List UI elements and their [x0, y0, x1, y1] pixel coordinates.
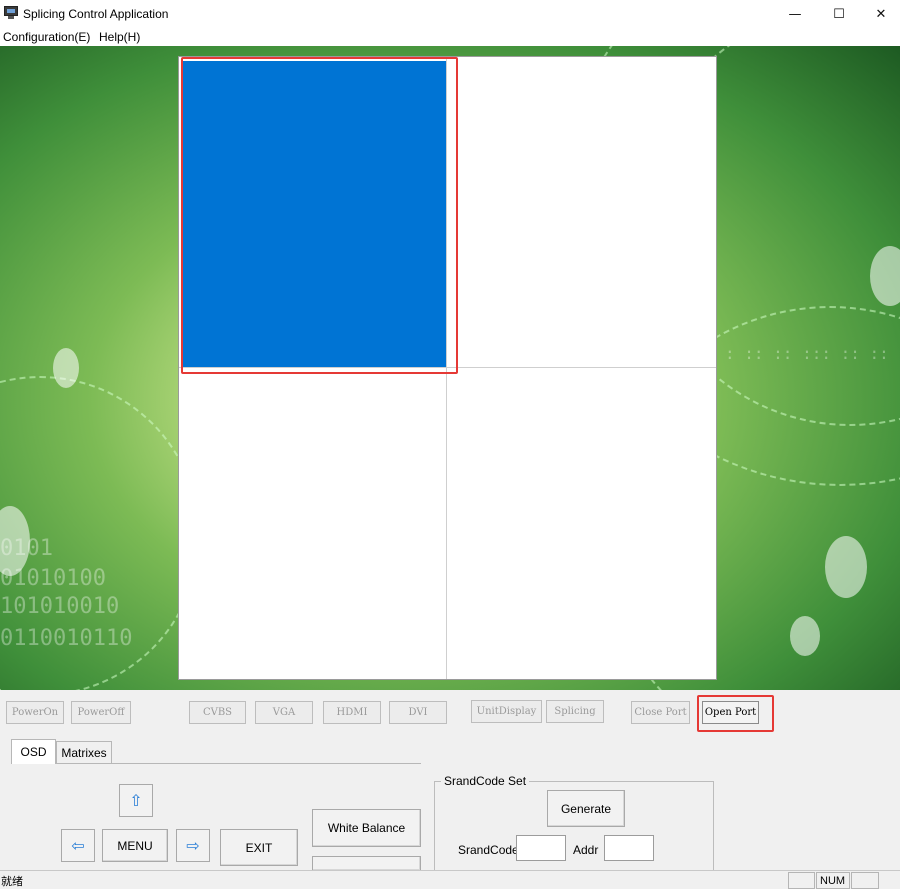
arrow-right-icon: ⇨: [186, 836, 200, 855]
arrow-left-icon: ⇦: [71, 836, 85, 855]
poweron-button[interactable]: PowerOn: [6, 701, 64, 724]
status-pane-caps: [788, 872, 815, 889]
window-title: Splicing Control Application: [23, 7, 169, 21]
dvi-button[interactable]: DVI: [389, 701, 447, 724]
left-button[interactable]: ⇦: [61, 829, 95, 862]
secondary-osd-button[interactable]: [312, 856, 421, 870]
wall-cell-3[interactable]: [179, 368, 446, 679]
menu-help[interactable]: Help(H): [99, 30, 140, 44]
menu-bar: Configuration(E) Help(H): [0, 28, 900, 46]
white-balance-button[interactable]: White Balance: [312, 809, 421, 847]
generate-button[interactable]: Generate: [547, 790, 625, 827]
srandcode-label: SrandCode: [458, 843, 519, 857]
vga-button[interactable]: VGA: [255, 701, 313, 724]
open-port-button[interactable]: Open Port: [702, 701, 759, 724]
wall-cell-4[interactable]: [447, 368, 716, 679]
maximize-button[interactable]: ☐: [816, 0, 862, 28]
wall-divider-horizontal: [179, 367, 716, 368]
arrow-up-icon: ⇧: [129, 791, 143, 810]
wall-cell-2[interactable]: [447, 57, 716, 367]
wall-cell-1[interactable]: [183, 61, 446, 367]
exit-button[interactable]: EXIT: [220, 829, 298, 866]
addr-input[interactable]: [604, 835, 654, 861]
srandcode-group-title: SrandCode Set: [441, 774, 530, 788]
status-pane-scroll: [851, 872, 879, 889]
status-text: 就绪: [1, 875, 23, 888]
title-bar: Splicing Control Application — ☐ ✕: [0, 0, 900, 28]
status-bar: 就绪 NUM: [0, 870, 900, 889]
up-button[interactable]: ⇧: [119, 784, 153, 817]
cvbs-button[interactable]: CVBS: [189, 701, 246, 724]
splicing-button[interactable]: Splicing: [546, 700, 604, 723]
status-pane-num: NUM: [816, 872, 850, 889]
monitor-icon: [4, 6, 18, 20]
tab-osd[interactable]: OSD: [11, 739, 56, 764]
video-wall: [178, 56, 717, 680]
tab-matrixes[interactable]: Matrixes: [56, 741, 112, 763]
menu-configuration[interactable]: Configuration(E): [3, 30, 90, 44]
minimize-button[interactable]: —: [772, 0, 818, 28]
hdmi-button[interactable]: HDMI: [323, 701, 381, 724]
unitdisplay-button[interactable]: UnitDisplay: [471, 700, 542, 723]
addr-label: Addr: [573, 843, 599, 857]
srandcode-input[interactable]: [516, 835, 566, 861]
menu-button[interactable]: MENU: [102, 829, 168, 862]
right-button[interactable]: ⇨: [176, 829, 210, 862]
close-port-button[interactable]: Close Port: [631, 701, 690, 724]
wall-divider-vertical: [446, 57, 447, 679]
poweroff-button[interactable]: PowerOff: [71, 701, 131, 724]
close-button[interactable]: ✕: [858, 0, 900, 28]
